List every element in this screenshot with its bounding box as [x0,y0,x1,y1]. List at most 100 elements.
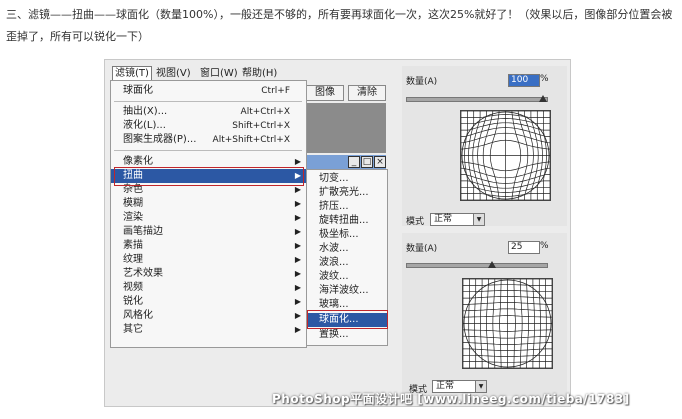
mode-label: 模式 [406,217,425,227]
menu-item-artistic[interactable]: 艺术效果 ▶ [111,267,306,281]
menu-item-label: 艺术效果 [123,268,163,279]
spherized-grid-icon [460,110,551,201]
menu-divider [114,150,302,151]
menu-item-texture[interactable]: 纹理 ▶ [111,253,306,267]
submenu-item-label: 波浪... [319,257,349,268]
spherize-preview [460,110,551,201]
menu-item-label: 液化(L)... [123,120,166,131]
mode-select[interactable]: 正常 ▼ [430,213,485,226]
slider-thumb-icon[interactable] [488,261,496,268]
image-button[interactable]: 图像 [306,85,344,101]
menu-view[interactable]: 视图(V) [156,66,191,81]
menu-divider [114,101,302,102]
submenu-arrow-icon: ▶ [294,241,301,250]
menu-item-brush-strokes[interactable]: 画笔描边 ▶ [111,225,306,239]
submenu-item-polar[interactable]: 极坐标... [307,228,387,242]
watermark: PhotoShop平面设计吧 [www.lineeg.com/tieba/178… [272,392,630,406]
submenu-item-diffuse-glow[interactable]: 扩散亮光... [307,186,387,200]
menu-item-label: 锐化 [123,296,143,307]
amount-slider[interactable] [406,263,548,268]
distort-highlight-frame [114,167,304,186]
menu-item-shortcut: Alt+Shift+Ctrl+X [212,135,290,145]
menu-item-extract[interactable]: 抽出(X)... Alt+Ctrl+X [111,105,306,119]
submenu-item-label: 极坐标... [319,229,359,240]
menu-item-shortcut: Ctrl+F [261,86,290,96]
amount-slider[interactable] [406,97,548,102]
submenu-item-ocean-ripple[interactable]: 海洋波纹... [307,284,387,298]
percent-label: % [540,74,549,84]
menu-item-label: 纹理 [123,254,143,265]
menu-filter[interactable]: 滤镜(T) [112,66,152,81]
spherize-highlight-frame [307,310,388,329]
menu-bar: 滤镜(T) 视图(V) 窗口(W) 帮助(H) [112,66,306,81]
submenu-item-zigzag[interactable]: 水波... [307,242,387,256]
submenu-arrow-icon: ▶ [294,213,301,222]
submenu-item-twirl[interactable]: 旋转扭曲... [307,214,387,228]
submenu-item-displace[interactable]: 置换... [307,328,387,342]
intro-text: 三、滤镜——扭曲——球面化（数量100%），一般还是不够的，所有要再球面化一次，… [6,8,673,43]
submenu-item-label: 水波... [319,243,349,254]
submenu-arrow-icon: ▶ [294,283,301,292]
submenu-arrow-icon: ▶ [294,255,301,264]
menu-item-render[interactable]: 渲染 ▶ [111,211,306,225]
maximize-icon[interactable]: □ [361,156,373,168]
submenu-arrow-icon: ▶ [294,269,301,278]
menu-item-blur[interactable]: 模糊 ▶ [111,197,306,211]
menu-item-video[interactable]: 视频 ▶ [111,281,306,295]
menu-help[interactable]: 帮助(H) [242,66,277,81]
menu-item-stylize[interactable]: 风格化 ▶ [111,309,306,323]
menu-item-sharpen[interactable]: 锐化 ▶ [111,295,306,309]
menu-item-label: 画笔描边 [123,226,163,237]
spherized-grid-icon [462,278,553,369]
clear-button[interactable]: 清除 [348,85,386,101]
submenu-item-label: 置换... [319,329,349,340]
menu-item-liquify[interactable]: 液化(L)... Shift+Ctrl+X [111,119,306,133]
menu-item-other[interactable]: 其它 ▶ [111,323,306,337]
menu-item-label: 素描 [123,240,143,251]
menu-window[interactable]: 窗口(W) [200,66,238,81]
menu-item-shortcut: Alt+Ctrl+X [240,107,290,117]
submenu-arrow-icon: ▶ [294,297,301,306]
options-toolbar: 图像 清除 [306,85,386,101]
submenu-item-ripple[interactable]: 波纹... [307,270,387,284]
slider-thumb-icon[interactable] [539,95,547,102]
menu-item-sketch[interactable]: 素描 ▶ [111,239,306,253]
submenu-item-label: 挤压... [319,201,349,212]
submenu-item-label: 扩散亮光... [319,187,369,198]
menu-item-label: 模糊 [123,198,143,209]
submenu-arrow-icon: ▶ [294,311,301,320]
submenu-item-shear[interactable]: 切变... [307,172,387,186]
menu-item-label: 风格化 [123,310,153,321]
submenu-item-label: 切变... [319,173,349,184]
submenu-item-pinch[interactable]: 挤压... [307,200,387,214]
menu-item-label: 渲染 [123,212,143,223]
menu-item-label: 球面化 [123,85,153,96]
canvas-area [306,103,386,153]
submenu-arrow-icon: ▶ [294,227,301,236]
filter-menu: 球面化 Ctrl+F 抽出(X)... Alt+Ctrl+X 液化(L)... … [110,80,307,348]
submenu-item-label: 波纹... [319,271,349,282]
amount-input[interactable]: 25 [508,241,540,254]
menu-item-pattern-maker[interactable]: 图案生成器(P)... Alt+Shift+Ctrl+X [111,133,306,147]
spherize-preview [462,278,553,369]
document-title-bar: _ □ × [306,155,386,169]
menu-item-label: 其它 [123,324,143,335]
amount-label: 数量(A) [406,244,438,254]
close-icon[interactable]: × [374,156,386,168]
submenu-item-wave[interactable]: 波浪... [307,256,387,270]
submenu-arrow-icon: ▶ [294,325,301,334]
menu-item-label: 抽出(X)... [123,106,168,117]
amount-input[interactable]: 100 [508,74,540,87]
submenu-item-label: 海洋波纹... [319,285,369,296]
chevron-down-icon: ▼ [473,214,484,225]
menu-item-label: 视频 [123,282,143,293]
minimize-icon[interactable]: _ [348,156,360,168]
menu-item-shortcut: Shift+Ctrl+X [232,121,290,131]
amount-label: 数量(A) [406,77,438,87]
mode-select-value: 正常 [434,214,453,224]
menu-item-label: 图案生成器(P)... [123,134,197,145]
percent-label: % [540,241,549,251]
submenu-arrow-icon: ▶ [294,199,301,208]
menu-item-last-filter[interactable]: 球面化 Ctrl+F [111,84,306,98]
submenu-item-label: 旋转扭曲... [319,215,369,226]
